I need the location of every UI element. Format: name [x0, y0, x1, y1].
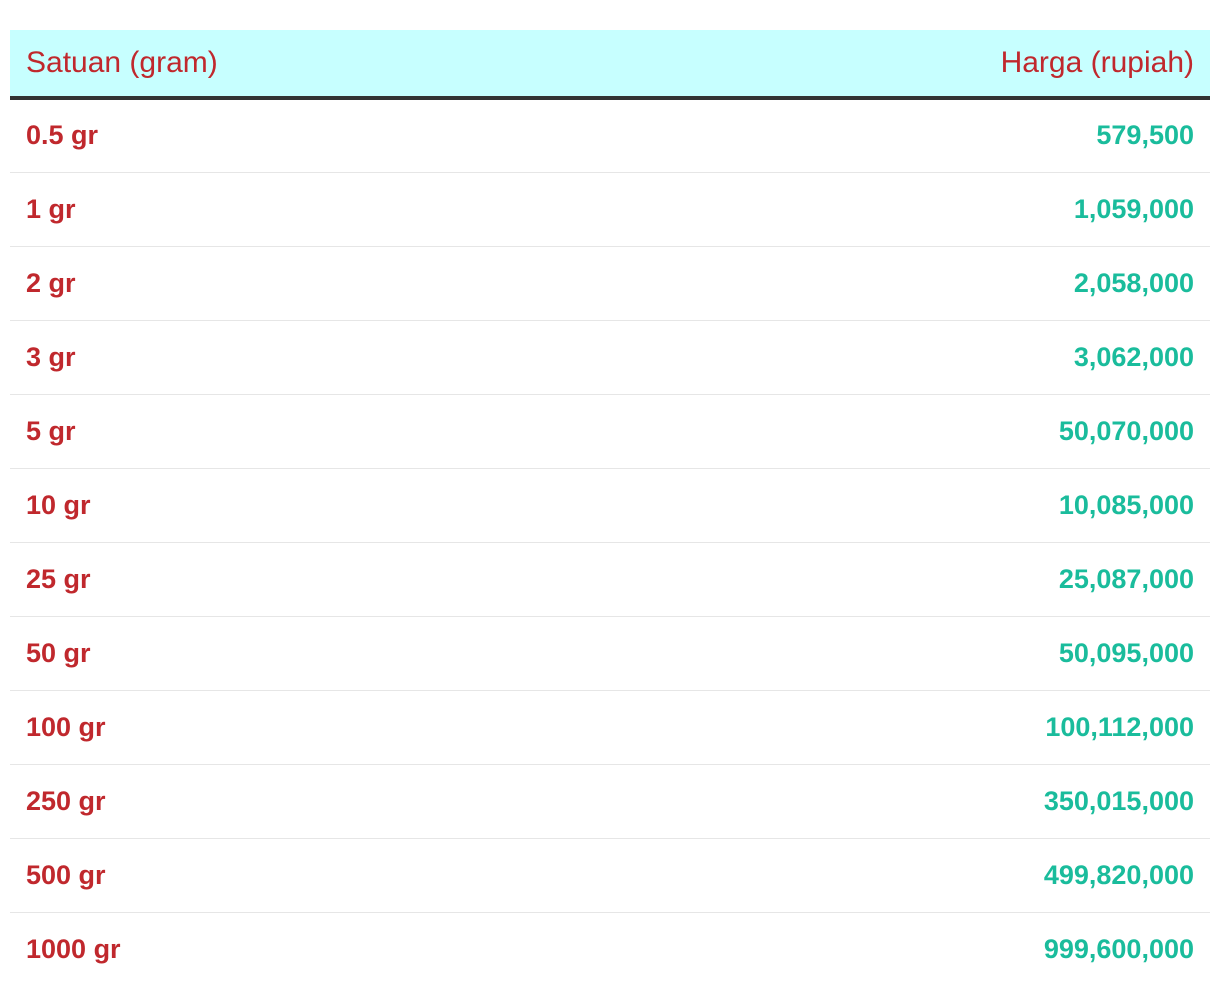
cell-price: 50,095,000	[610, 616, 1210, 691]
cell-price: 499,820,000	[610, 838, 1210, 913]
table-row: 5 gr 50,070,000	[10, 394, 1210, 469]
cell-price: 50,070,000	[610, 394, 1210, 469]
table-row: 100 gr 100,112,000	[10, 690, 1210, 765]
cell-unit: 1000 gr	[26, 933, 121, 964]
cell-unit: 2 gr	[10, 246, 610, 321]
cell-price: 1,059,000	[610, 172, 1210, 247]
cell-price: 350,015,000	[610, 764, 1210, 839]
table-row: 3 gr 3,062,000	[10, 320, 1210, 395]
header-row: Satuan (gram) Harga (rupiah)	[10, 30, 1210, 100]
cell-unit: 5 gr	[10, 394, 610, 469]
cell-price: 999,600,000	[1043, 933, 1194, 964]
cell-price: 579,500	[610, 98, 1210, 173]
cell-price: 10,085,000	[610, 468, 1210, 543]
table-header: Satuan (gram) Harga (rupiah)	[10, 30, 1210, 100]
cell-price: 2,058,000	[610, 246, 1210, 321]
cell-unit: 25 gr	[10, 542, 610, 617]
table-row: 10 gr 10,085,000	[10, 468, 1210, 543]
gold-price-table: Satuan (gram) Harga (rupiah) 0.5 gr 579,…	[10, 30, 1210, 986]
cell-unit: 10 gr	[10, 468, 610, 543]
table-row: 50 gr 50,095,000	[10, 616, 1210, 691]
cell-price: 100,112,000	[610, 690, 1210, 765]
price-table-container: Satuan (gram) Harga (rupiah) 0.5 gr 579,…	[10, 30, 1210, 986]
cell-unit: 100 gr	[10, 690, 610, 765]
cell-price: 3,062,000	[610, 320, 1210, 395]
table-row: 0.5 gr 579,500	[10, 98, 1210, 173]
cell-unit: 250 gr	[10, 764, 610, 839]
table-row: 25 gr 25,087,000	[10, 542, 1210, 617]
header-unit: Satuan (gram)	[10, 30, 610, 100]
cell-unit: 1 gr	[10, 172, 610, 247]
table-row: 500 gr 499,820,000	[10, 838, 1210, 913]
cell-unit: 3 gr	[10, 320, 610, 395]
table-row: 2 gr 2,058,000	[10, 246, 1210, 321]
cell-price: 25,087,000	[610, 542, 1210, 617]
cell-unit: 500 gr	[10, 838, 610, 913]
table-row: 1 gr 1,059,000	[10, 172, 1210, 247]
cell-unit: 0.5 gr	[10, 98, 610, 173]
table-row: 250 gr 350,015,000	[10, 764, 1210, 839]
header-price: Harga (rupiah)	[610, 30, 1210, 100]
table-body: 0.5 gr 579,500 1 gr 1,059,000 2 gr 2,058…	[10, 98, 1210, 986]
cell-unit: 50 gr	[10, 616, 610, 691]
table-row: 1000 gr 999,600,000	[10, 912, 1210, 986]
